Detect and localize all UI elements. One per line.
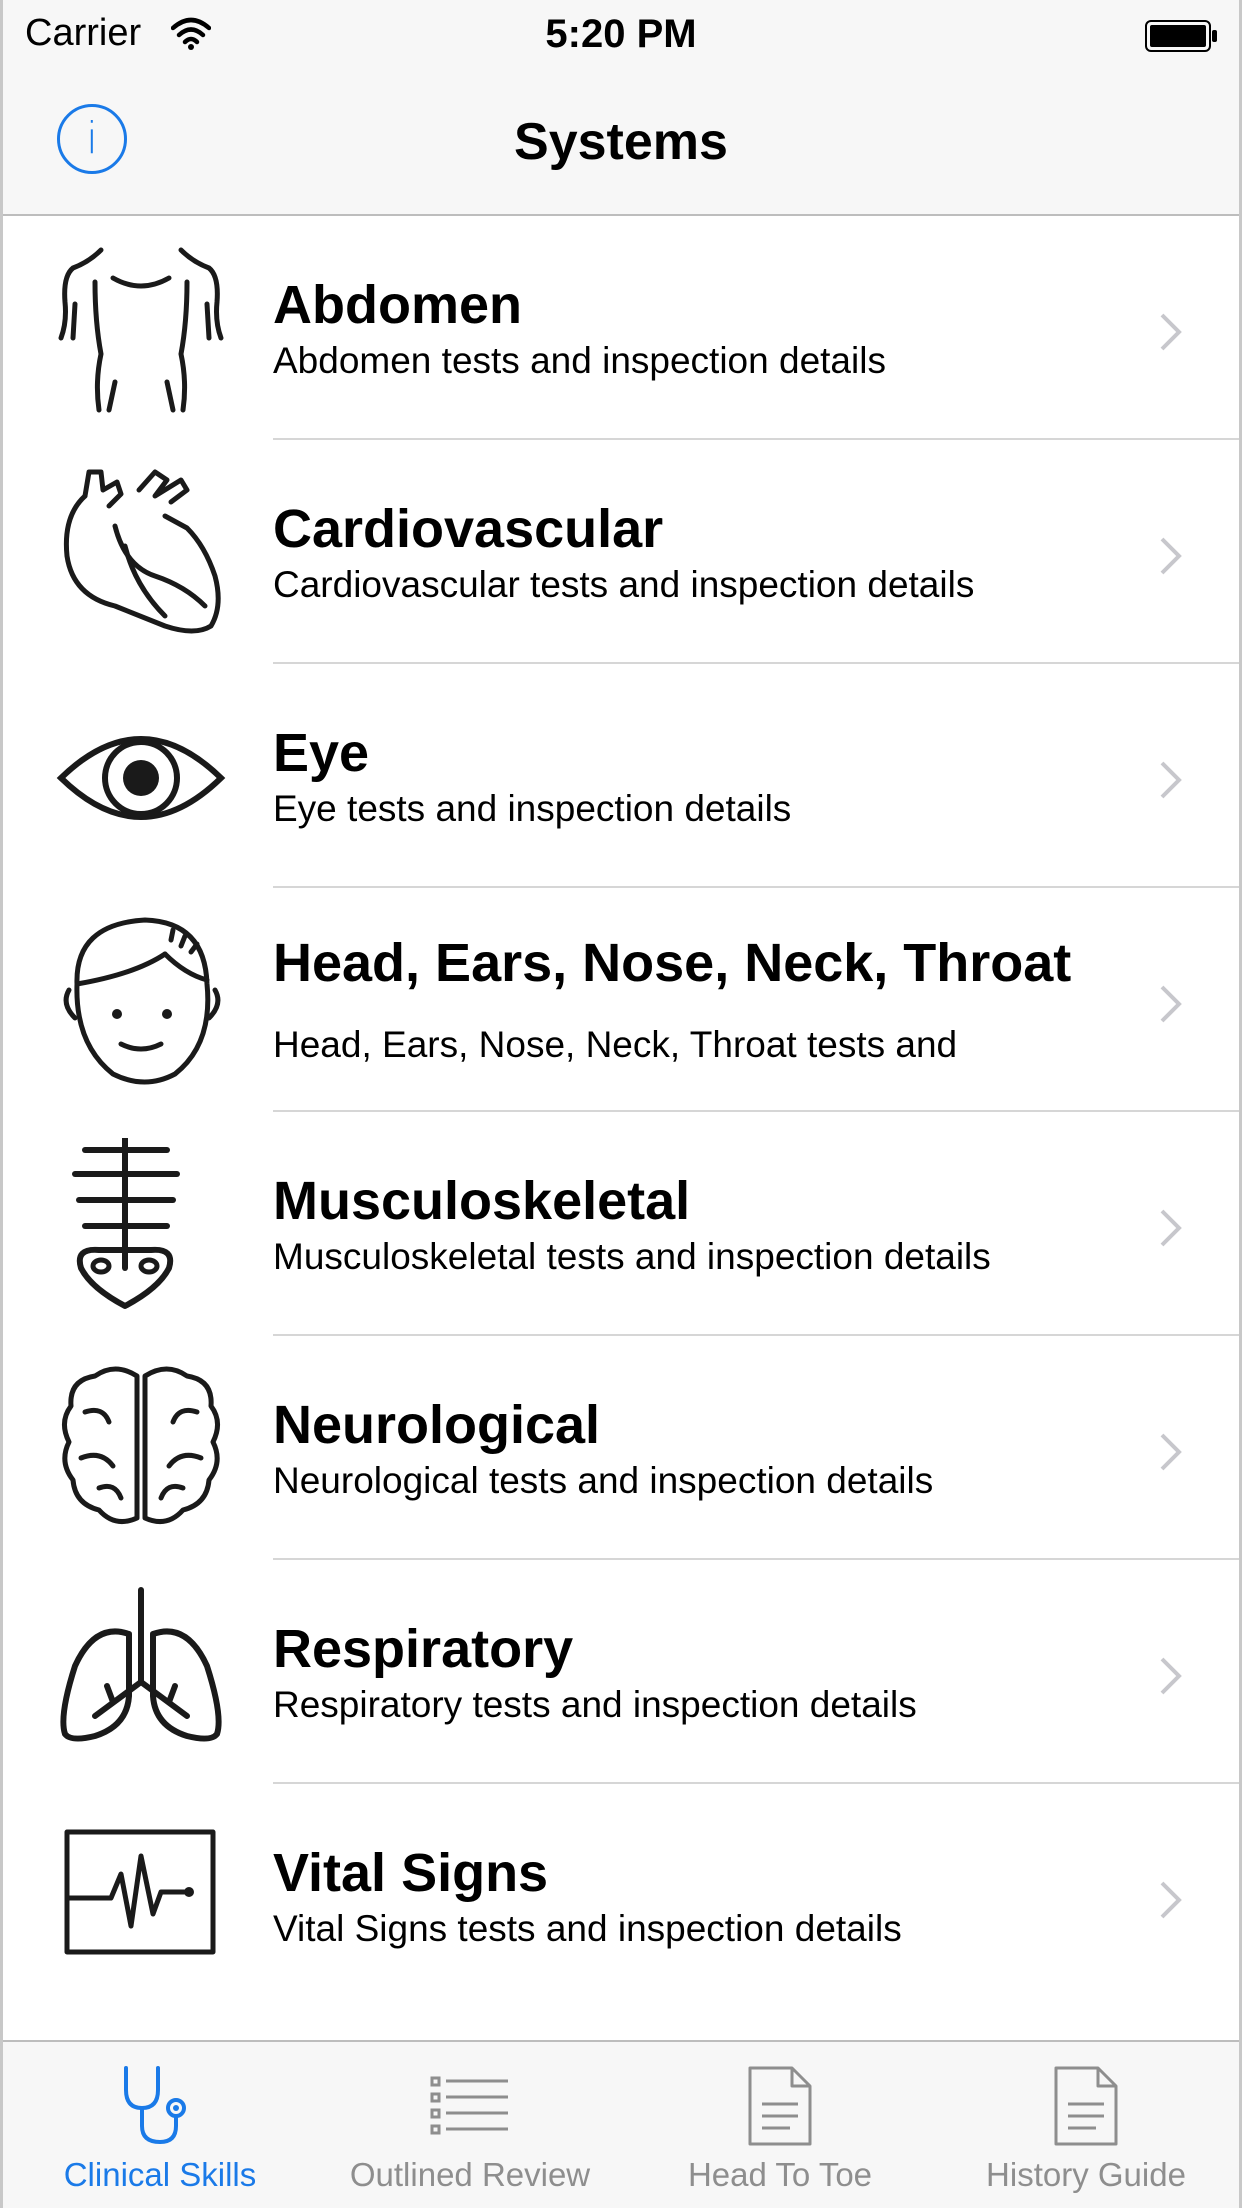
row-title: Eye	[273, 723, 370, 783]
row-title: Respiratory	[273, 1619, 574, 1679]
row-subtitle: Head, Ears, Nose, Neck, Throat tests and	[273, 1024, 958, 1065]
page-title: Systems	[514, 113, 728, 171]
row-subtitle: Cardiovascular tests and inspection deta…	[273, 564, 975, 605]
head-icon	[63, 917, 221, 1085]
chevron-right-icon	[1160, 537, 1182, 575]
chevron-right-icon	[1160, 1881, 1182, 1919]
systems-list: Abdomen Abdomen tests and inspection det…	[3, 216, 1239, 2008]
chevron-right-icon	[1160, 1209, 1182, 1247]
clock: 5:20 PM	[545, 12, 697, 56]
torso-icon	[58, 247, 224, 413]
document-icon	[1054, 2066, 1118, 2146]
heart-icon	[63, 469, 221, 634]
chevron-right-icon	[1160, 1657, 1182, 1695]
row-subtitle: Abdomen tests and inspection details	[273, 340, 886, 381]
stethoscope-icon	[124, 2066, 186, 2144]
tab-outlined-review[interactable]: Outlined Review	[315, 2042, 625, 2208]
row-title: Cardiovascular	[273, 499, 664, 559]
row-title: Abdomen	[273, 275, 522, 335]
tab-head-to-toe[interactable]: Head To Toe	[625, 2042, 935, 2208]
list-item-neurological[interactable]: Neurological Neurological tests and insp…	[3, 1336, 1239, 1560]
row-subtitle: Neurological tests and inspection detail…	[273, 1460, 934, 1501]
tab-bar: Clinical Skills Outlined Review Head To …	[3, 2040, 1239, 2208]
list-item-abdomen[interactable]: Abdomen Abdomen tests and inspection det…	[3, 216, 1239, 440]
list-item-eye[interactable]: Eye Eye tests and inspection details	[3, 664, 1239, 888]
tab-label: Head To Toe	[687, 2156, 873, 2193]
row-title: Vital Signs	[273, 1843, 549, 1903]
row-subtitle: Eye tests and inspection details	[273, 788, 792, 829]
battery-full-icon	[1145, 20, 1217, 52]
spine-icon	[72, 1138, 180, 1309]
row-title: Head, Ears, Nose, Neck, Throat	[273, 933, 1072, 993]
tab-clinical-skills[interactable]: Clinical Skills	[5, 2042, 315, 2208]
lungs-icon	[60, 1587, 222, 1742]
list-item-vital-signs[interactable]: Vital Signs Vital Signs tests and inspec…	[3, 1784, 1239, 2008]
chevron-right-icon	[1160, 313, 1182, 351]
navigation-bar: i Systems	[3, 76, 1239, 216]
list-item-cardiovascular[interactable]: Cardiovascular Cardiovascular tests and …	[3, 440, 1239, 664]
tab-label: Outlined Review	[349, 2156, 591, 2193]
list-item-musculoskeletal[interactable]: Musculoskeletal Musculoskeletal tests an…	[3, 1112, 1239, 1336]
row-title: Neurological	[273, 1395, 601, 1455]
chevron-right-icon	[1160, 1433, 1182, 1471]
heart-monitor-icon	[64, 1829, 216, 1955]
tab-history-guide[interactable]: History Guide	[931, 2042, 1239, 2208]
document-icon	[748, 2066, 812, 2146]
brain-icon	[62, 1366, 220, 1525]
list-item-respiratory[interactable]: Respiratory Respiratory tests and inspec…	[3, 1560, 1239, 1784]
app-screen: Carrier 5:20 PM i Systems Abdomen Abdome…	[0, 0, 1242, 2208]
row-subtitle: Vital Signs tests and inspection details	[273, 1908, 902, 1949]
list-item-head-ears-nose-neck-throat[interactable]: Head, Ears, Nose, Neck, Throat Head, Ear…	[3, 888, 1239, 1112]
row-subtitle: Musculoskeletal tests and inspection det…	[273, 1236, 991, 1277]
chevron-right-icon	[1160, 761, 1182, 799]
row-subtitle: Respiratory tests and inspection details	[273, 1684, 917, 1725]
tab-label: Clinical Skills	[63, 2156, 257, 2193]
status-bar: Carrier 5:20 PM	[3, 0, 1239, 76]
row-title: Musculoskeletal	[273, 1171, 691, 1231]
tab-label: History Guide	[986, 2156, 1186, 2193]
list-icon	[430, 2076, 508, 2135]
eye-icon	[56, 736, 226, 820]
chevron-right-icon	[1160, 985, 1182, 1023]
